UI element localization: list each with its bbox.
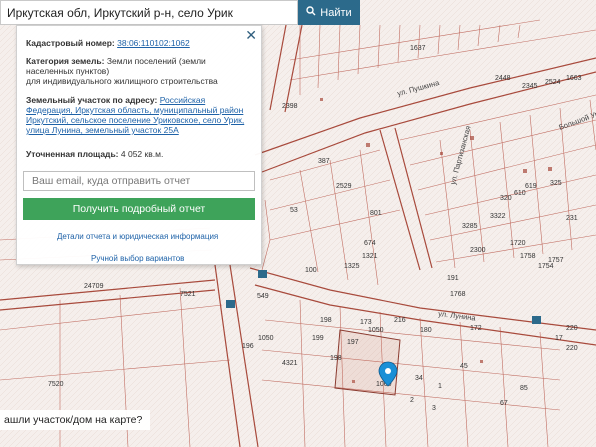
map-label: 1050 bbox=[258, 335, 274, 342]
map-label: 387 bbox=[318, 158, 330, 165]
address-link-line[interactable]: улица Лунина, земельный участок 25А bbox=[26, 125, 179, 135]
area-value: 4 052 кв.м. bbox=[120, 149, 164, 159]
map-label: 173 bbox=[360, 319, 372, 326]
category-row: Категория земель: Земли поселений (земли bbox=[26, 56, 206, 66]
map-label: 2529 bbox=[336, 183, 352, 190]
map-label: 7521 bbox=[180, 291, 196, 298]
map-label: 549 bbox=[257, 293, 269, 300]
map-label: 2448 bbox=[495, 75, 511, 82]
address-row: Земельный участок по адресу: Российская bbox=[26, 95, 205, 105]
area-label: Уточненная площадь: bbox=[26, 149, 119, 159]
report-details-link[interactable]: Детали отчета и юридическая информация bbox=[57, 232, 218, 241]
map-label: 1768 bbox=[450, 291, 466, 298]
map-label: 216 bbox=[394, 317, 406, 324]
map-label: 2524 bbox=[545, 79, 561, 86]
category-value-line: населенных пунктов) bbox=[26, 66, 110, 76]
close-icon[interactable]: ✕ bbox=[245, 28, 257, 42]
map-label: 3322 bbox=[490, 213, 506, 220]
map-label: 619 bbox=[525, 183, 537, 190]
map-label: 1321 bbox=[362, 253, 378, 260]
cadastral-number-row: Кадастровый номер: 38:06:110102:1062 bbox=[26, 38, 190, 48]
map-label: 1758 bbox=[520, 253, 536, 260]
category-value-line: для индивидуального жилищного строительс… bbox=[26, 76, 218, 86]
map-label: 100 bbox=[305, 267, 317, 274]
map-label: 199 bbox=[312, 335, 324, 342]
map-label: 180 bbox=[420, 327, 432, 334]
map-label: 191 bbox=[447, 275, 459, 282]
map-label: 17 bbox=[555, 335, 563, 342]
map-label: 3285 bbox=[462, 223, 478, 230]
map-label: 1754 bbox=[538, 263, 554, 270]
search-icon bbox=[306, 6, 316, 19]
map-label: 34 bbox=[415, 375, 423, 382]
search-bar bbox=[0, 0, 298, 25]
map-label: 2398 bbox=[282, 103, 298, 110]
search-input[interactable] bbox=[7, 4, 293, 22]
map-label: 325 bbox=[550, 180, 562, 187]
manual-select-link[interactable]: Ручной выбор вариантов bbox=[91, 254, 184, 263]
address-link-line[interactable]: Иркутский, сельское поселение Уриковское… bbox=[26, 115, 244, 125]
map-label: 198 bbox=[320, 317, 332, 324]
map-label: 220 bbox=[566, 325, 578, 332]
map-label: 7520 bbox=[48, 381, 64, 388]
map-label: 2300 bbox=[470, 247, 486, 254]
map-label: 67 bbox=[500, 400, 508, 407]
category-value: Земли поселений (земли bbox=[106, 56, 206, 66]
map-label: 1720 bbox=[510, 240, 526, 247]
search-button[interactable]: Найти bbox=[298, 0, 360, 25]
map-label: 220 bbox=[566, 345, 578, 352]
email-field[interactable] bbox=[23, 171, 255, 191]
map-label: 172 bbox=[470, 325, 482, 332]
map-label: 231 bbox=[566, 215, 578, 222]
map-label: 53 bbox=[290, 207, 298, 214]
parcel-info-panel: ✕ Кадастровый номер: 38:06:110102:1062 К… bbox=[16, 25, 262, 265]
map-label: 1 bbox=[438, 383, 442, 390]
area-row: Уточненная площадь: 4 052 кв.м. bbox=[26, 149, 163, 159]
map-label: 320 bbox=[500, 195, 512, 202]
found-parcel-question[interactable]: ашли участок/дом на карте? bbox=[0, 410, 150, 430]
address-link-line[interactable]: Федерация, Иркутская область, муниципаль… bbox=[26, 105, 243, 115]
map-label: 1325 bbox=[344, 263, 360, 270]
cadastral-number-link[interactable]: 38:06:110102:1062 bbox=[117, 38, 190, 48]
map-label: 801 bbox=[370, 210, 382, 217]
map-label: 1637 bbox=[410, 45, 426, 52]
map-label: 2 bbox=[410, 397, 414, 404]
get-report-button[interactable]: Получить подробный отчет bbox=[23, 198, 255, 220]
address-link[interactable]: Российская bbox=[160, 95, 206, 105]
search-button-label: Найти bbox=[320, 6, 352, 19]
cadastral-label: Кадастровый номер: bbox=[26, 38, 115, 48]
map-label: 198 bbox=[330, 355, 342, 362]
category-label: Категория земель: bbox=[26, 56, 105, 66]
map-label: 196 bbox=[242, 343, 254, 350]
map-label: 1757 bbox=[548, 257, 564, 264]
map-label: 2345 bbox=[522, 83, 538, 90]
map-label: 197 bbox=[347, 339, 359, 346]
map-label: 610 bbox=[514, 190, 526, 197]
map-label: 1050 bbox=[368, 327, 384, 334]
map-label: 85 bbox=[520, 385, 528, 392]
map-label: 24709 bbox=[84, 283, 104, 290]
map-label: 45 bbox=[460, 363, 468, 370]
address-label: Земельный участок по адресу: bbox=[26, 95, 158, 105]
map-label: 4321 bbox=[282, 360, 298, 367]
map-label: 674 bbox=[364, 240, 376, 247]
map-label: 3 bbox=[432, 405, 436, 412]
map-label: 1663 bbox=[566, 75, 582, 82]
